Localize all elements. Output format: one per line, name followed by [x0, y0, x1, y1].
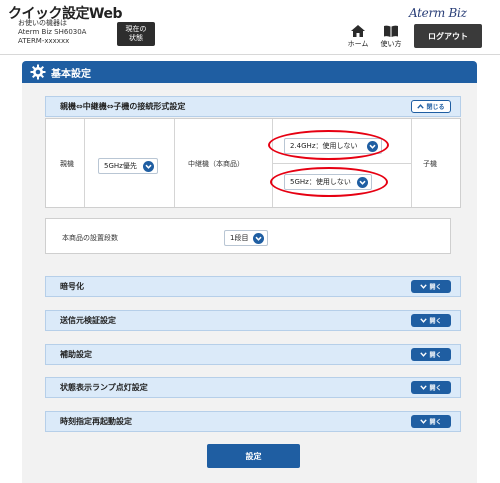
- divider: [411, 119, 412, 207]
- parent-label: 親機: [60, 160, 74, 168]
- book-icon: [384, 25, 398, 37]
- accordion-label: 補助設定: [60, 350, 92, 359]
- open-button-label: 開く: [429, 385, 442, 392]
- header-divider: [0, 54, 500, 55]
- chevron-down-icon: [420, 352, 428, 357]
- status-button-line2: 状態: [129, 34, 143, 42]
- close-button-label: 閉じる: [426, 104, 445, 111]
- stage-panel: 本商品の設置段数 1段目: [45, 218, 451, 254]
- gear-icon: [30, 64, 46, 80]
- open-button[interactable]: 開く: [411, 314, 451, 327]
- device-intro: お使いの機器は: [18, 19, 67, 27]
- manual-label: 使い方: [380, 40, 402, 48]
- logout-button[interactable]: ログアウト: [414, 24, 482, 48]
- highlight-oval-band24: [268, 130, 389, 160]
- repeater-label: 中継機（本商品）: [188, 160, 244, 168]
- close-button[interactable]: 閉じる: [411, 100, 451, 113]
- accordion-label: 状態表示ランプ点灯設定: [60, 383, 148, 392]
- chevron-down-icon: [420, 419, 428, 424]
- chevron-down-icon: [420, 385, 428, 390]
- open-button-label: 開く: [429, 318, 442, 325]
- home-button[interactable]: ホーム: [344, 24, 372, 52]
- open-button-label: 開く: [429, 352, 442, 359]
- connection-title: 親機⇔中継機⇔子機の接続形式設定: [60, 102, 186, 111]
- section-header: 基本設定: [22, 61, 477, 83]
- child-label: 子機: [423, 160, 437, 168]
- accordion-auxiliary[interactable]: 補助設定 開く: [45, 344, 461, 365]
- device-ssid: ATERM-xxxxxx: [18, 37, 70, 45]
- accordion-label: 送信元検証設定: [60, 316, 116, 325]
- divider: [272, 163, 411, 164]
- home-icon: [351, 25, 365, 37]
- accordion-encryption[interactable]: 暗号化 開く: [45, 276, 461, 297]
- stage-label: 本商品の設置段数: [62, 234, 118, 242]
- accordion-scheduled-reboot[interactable]: 時刻指定再起動設定 開く: [45, 411, 461, 432]
- parent-band-select[interactable]: 5GHz優先: [98, 158, 158, 174]
- parent-band-value: 5GHz優先: [104, 162, 137, 170]
- chevron-up-icon: [417, 104, 425, 109]
- open-button[interactable]: 開く: [411, 381, 451, 394]
- highlight-oval-band5: [270, 167, 388, 197]
- open-button-label: 開く: [429, 419, 442, 426]
- current-status-button[interactable]: 現在の 状態: [117, 22, 155, 46]
- connection-accordion-header[interactable]: 親機⇔中継機⇔子機の接続形式設定 閉じる: [45, 96, 461, 117]
- chevron-down-icon: [143, 161, 154, 172]
- stage-value: 1段目: [230, 234, 249, 242]
- chevron-down-icon: [253, 233, 264, 244]
- accordion-label: 暗号化: [60, 282, 84, 291]
- accordion-source-verification[interactable]: 送信元検証設定 開く: [45, 310, 461, 331]
- divider: [174, 119, 175, 207]
- submit-button[interactable]: 設定: [207, 444, 300, 468]
- chevron-down-icon: [420, 284, 428, 289]
- section-title: 基本設定: [51, 68, 91, 80]
- manual-button[interactable]: 使い方: [377, 24, 405, 52]
- accordion-status-lamp[interactable]: 状態表示ランプ点灯設定 開く: [45, 377, 461, 398]
- open-button[interactable]: 開く: [411, 348, 451, 361]
- open-button-label: 開く: [429, 284, 442, 291]
- stage-select[interactable]: 1段目: [224, 230, 268, 246]
- chevron-down-icon: [420, 318, 428, 323]
- status-button-line1: 現在の: [125, 25, 147, 33]
- device-model: Aterm Biz SH6030A: [18, 28, 87, 36]
- home-label: ホーム: [347, 40, 369, 48]
- brand-logo: Aterm Biz: [409, 6, 467, 20]
- accordion-label: 時刻指定再起動設定: [60, 417, 132, 426]
- open-button[interactable]: 開く: [411, 415, 451, 428]
- connection-panel: 親機 5GHz優先 中継機（本商品） 2.4GHz：使用しない 5GHz：使用し…: [45, 118, 461, 208]
- divider: [84, 119, 85, 207]
- open-button[interactable]: 開く: [411, 280, 451, 293]
